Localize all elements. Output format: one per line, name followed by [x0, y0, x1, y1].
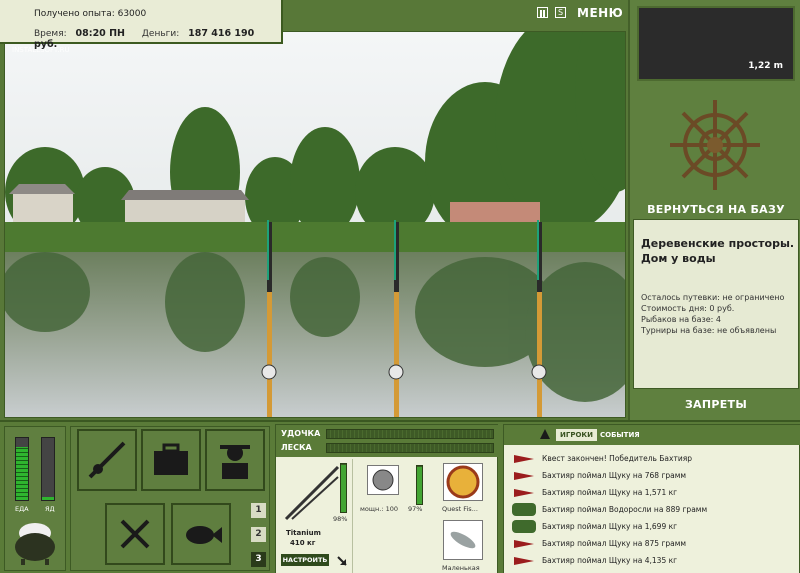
food-label: ЕДА: [15, 505, 29, 513]
drink-bar: [41, 437, 55, 501]
tackle-header: УДОЧКА ЛЕСКА: [276, 425, 499, 457]
fork-knife-icon: [120, 519, 150, 549]
experience-text: Получено опыта: 63000: [34, 9, 147, 19]
fish-icon: [514, 489, 534, 497]
fish-button[interactable]: [171, 503, 231, 565]
rod-button[interactable]: [77, 429, 137, 491]
list-item: Бахтияр поймал Щуку на 875 грамм: [508, 536, 798, 553]
fish-icon: [514, 455, 534, 463]
fisherman-icon: [220, 445, 250, 479]
tab-events[interactable]: СОБЫТИЯ: [596, 429, 644, 441]
fish-icon: [514, 540, 534, 548]
food-pot-icon[interactable]: [11, 517, 59, 567]
rod-tension-bar: [326, 429, 494, 439]
bans-button[interactable]: ЗАПРЕТЫ: [630, 398, 800, 411]
list-item: Бахтияр поймал Щуку на 1,699 кг: [508, 519, 798, 536]
rod-icon: [88, 441, 126, 479]
actions-panel: 1 2 3: [70, 426, 270, 571]
tackle-panel: УДОЧКА ЛЕСКА 98% Titanium 410 кг НАСТРОИ…: [275, 424, 499, 573]
page-1-button[interactable]: 1: [251, 503, 266, 518]
depth-value: 1,22 m: [748, 61, 783, 71]
food-button[interactable]: [105, 503, 165, 565]
line-slot[interactable]: [443, 463, 483, 501]
fish-icon: [514, 472, 534, 480]
events-header: ИГРОКИ СОБЫТИЯ: [504, 425, 800, 445]
lure-icon: [450, 531, 476, 549]
rod-weight: 410 кг: [290, 539, 316, 547]
line-name-text: Quest Fis...: [442, 505, 478, 513]
lure-name-text: Маленькая: [442, 564, 480, 572]
line-label: ЛЕСКА: [281, 443, 312, 452]
list-item: Квест закончен! Победитель Бахтияр: [508, 451, 798, 468]
player-info-panel: Получено опыта: 63000 Время: 08:20 ПН Де…: [0, 0, 283, 50]
arrow-down-right-icon[interactable]: [336, 555, 348, 567]
bottom-bar: ЕДА ЯД 1 2 3 УДОЧКА ЛЕСКА 98% Titanium 4…: [0, 420, 800, 573]
rod-image-icon: [284, 465, 340, 521]
reel-slot[interactable]: [367, 465, 399, 495]
reel-icon: [372, 469, 394, 491]
tab-players[interactable]: ИГРОКИ: [556, 429, 597, 441]
fish-icon: [514, 557, 534, 565]
return-to-base-button[interactable]: ВЕРНУТЬСЯ НА БАЗУ: [630, 203, 800, 216]
reel-condition-text: 97%: [408, 505, 423, 513]
fisherman-button[interactable]: [205, 429, 265, 491]
depth-display: 1,22 m: [637, 6, 795, 81]
right-panel: 1,22 m ВЕРНУТЬСЯ НА БАЗУ Деревенские про…: [628, 0, 800, 420]
sound-button[interactable]: S: [555, 7, 566, 18]
drink-label: ЯД: [45, 505, 55, 513]
list-item: Бахтияр поймал Щуку на 4,135 кг: [508, 553, 798, 570]
pond-view: [5, 32, 625, 417]
reel-condition-bar: [416, 465, 423, 505]
rod-name: Titanium: [286, 529, 321, 537]
list-item: Бахтияр поймал Щуку на 1,571 кг: [508, 485, 798, 502]
location-meta-line: Осталось путевки: не ограничено: [641, 293, 785, 302]
rod-condition-fill: [341, 464, 346, 512]
location-meta-line: Стоимость дня: 0 руб.: [641, 304, 735, 313]
list-item: Бахтияр поймал Щуку на 768 грамм: [508, 468, 798, 485]
location-info: Деревенские просторы. Дом у воды Осталос…: [633, 219, 799, 389]
time-money-row: Время: 08:20 ПН Деньги: 187 416 190 руб.: [34, 28, 279, 50]
page-2-button[interactable]: 2: [251, 527, 266, 542]
tackle-box-button[interactable]: [141, 429, 201, 491]
rod-slot[interactable]: 98% Titanium 410 кг НАСТРОИТЬ: [278, 459, 353, 573]
stats-panel: ЕДА ЯД: [4, 426, 66, 571]
location-meta-line: Рыбаков на базе: 4: [641, 315, 721, 324]
food-bar: [15, 437, 29, 501]
food-bar-fill: [16, 447, 28, 500]
list-item: Бахтияр поймал Водоросли на 889 грамм: [508, 502, 798, 519]
setup-button[interactable]: НАСТРОИТЬ: [281, 554, 329, 566]
game-screen: INSTALLSOFT.RU Получено опыта: 63000 Вре…: [0, 0, 800, 573]
reel-power-text: мощн.: 100: [360, 505, 398, 513]
fishing-scene[interactable]: [4, 31, 626, 418]
rod-condition-bar: [340, 463, 347, 513]
events-panel: ИГРОКИ СОБЫТИЯ Квест закончен! Победител…: [503, 424, 800, 573]
time-value: 08:20 ПН: [75, 28, 125, 39]
time-label: Время:: [34, 29, 67, 39]
line-tension-bar: [326, 443, 494, 453]
location-meta-line: Турниры на базе: не объявлены: [641, 326, 777, 335]
seaweed-icon: [512, 520, 536, 533]
rod-condition-text: 98%: [333, 515, 348, 523]
drink-bar-fill: [42, 496, 54, 500]
page-3-button[interactable]: 3: [251, 552, 266, 567]
line-spool-icon: [446, 465, 480, 499]
event-list: Квест закончен! Победитель Бахтияр Бахти…: [508, 451, 798, 570]
location-meta: Осталось путевки: не ограничено Стоимост…: [641, 292, 784, 336]
seaweed-icon: [512, 503, 536, 516]
lure-slot[interactable]: [443, 520, 483, 560]
reel-condition-fill: [417, 467, 422, 504]
tackle-box-icon: [154, 443, 188, 475]
ship-wheel-icon[interactable]: [665, 95, 765, 195]
pause-icon: [540, 10, 545, 17]
menu-button[interactable]: МЕНЮ: [577, 6, 623, 20]
fish-icon: [186, 526, 222, 544]
money-label: Деньги:: [141, 29, 180, 39]
pause-button[interactable]: [537, 7, 548, 18]
rod-label: УДОЧКА: [281, 429, 321, 438]
location-title: Деревенские просторы. Дом у воды: [641, 237, 795, 265]
arrow-up-icon: [540, 429, 550, 439]
